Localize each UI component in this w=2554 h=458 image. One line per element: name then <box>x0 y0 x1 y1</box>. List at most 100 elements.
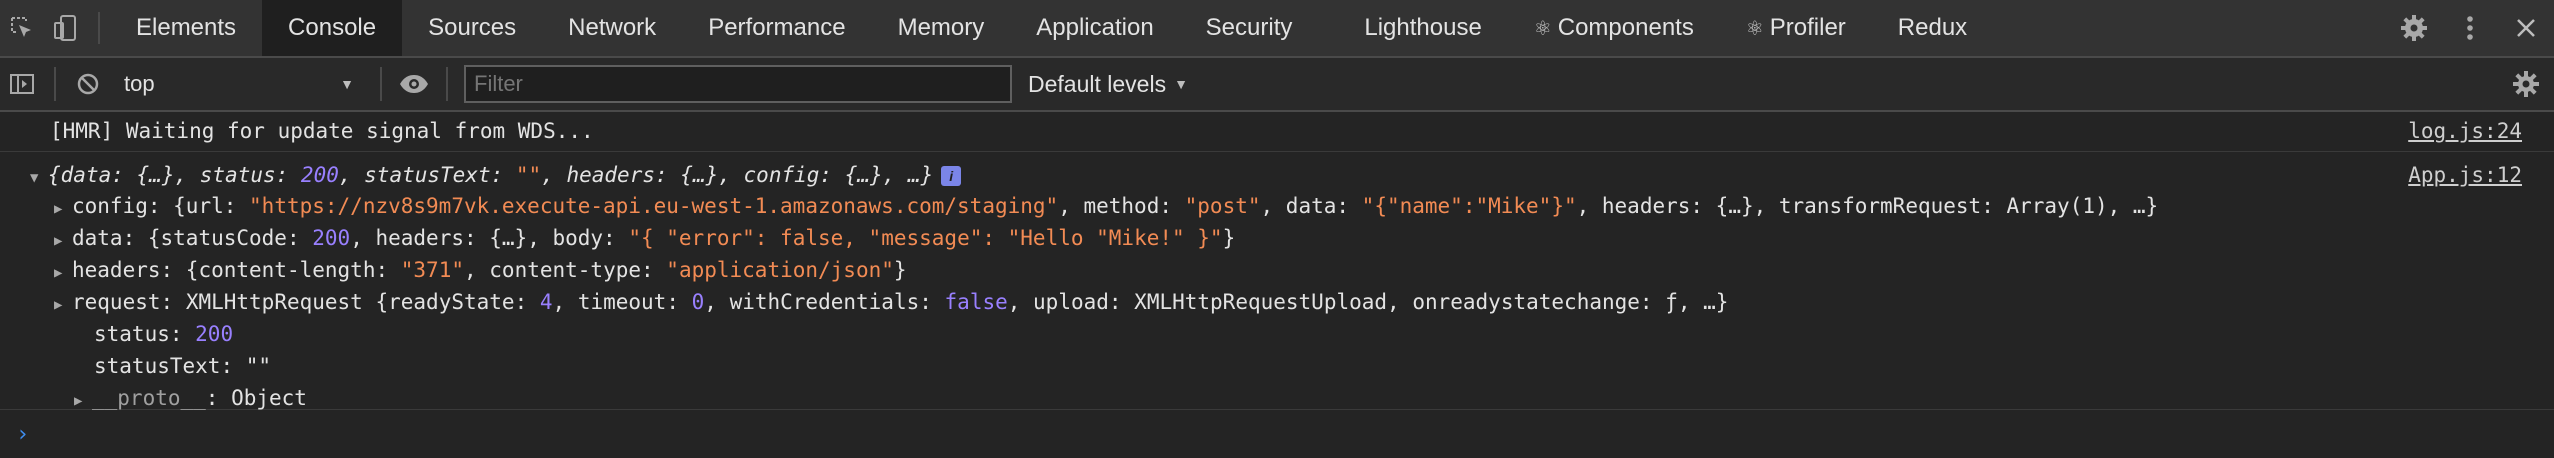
console-message: [HMR] Waiting for update signal from WDS… <box>0 110 2554 152</box>
object-property-statustext: statusText: "" <box>94 354 272 378</box>
divider <box>98 12 100 44</box>
collapsed-triangle-icon[interactable]: ▶ <box>54 194 72 224</box>
prop-key: headers <box>72 258 161 282</box>
tab-label: Memory <box>897 14 985 41</box>
prop-key: statusCode <box>160 226 287 250</box>
tab-label: Security <box>1205 14 1293 41</box>
tab-components[interactable]: ⚛ Components <box>1508 0 1720 56</box>
prop-value: "application/json" <box>666 258 894 282</box>
prop-value: "https://nzv8s9m7vk.execute-api.eu-west-… <box>249 194 1059 218</box>
tab-profiler[interactable]: ⚛ Profiler <box>1720 0 1872 56</box>
prop-key: request <box>72 290 161 314</box>
object-summary[interactable]: ▼ {data: {…}, status: 200, statusText: ""… <box>30 160 962 193</box>
prop-key: content-length <box>198 258 376 282</box>
divider <box>446 67 448 101</box>
tab-label: Components <box>1557 14 1694 41</box>
prop-key: statusText <box>94 354 221 378</box>
log-levels-dropdown[interactable]: Default levels ▼ <box>1028 71 1188 98</box>
object-property-status: status: 200 <box>94 322 234 346</box>
object-property-request[interactable]: ▶ request: XMLHttpRequest {readyState: 4,… <box>54 287 1729 320</box>
tab-label: Lighthouse <box>1364 14 1482 41</box>
dropdown-caret-icon: ▼ <box>1174 76 1188 92</box>
prop-value: false <box>944 290 1008 314</box>
console-toolbar: top ▼ Default levels ▼ <box>0 58 2554 112</box>
prop-key: data <box>60 163 112 187</box>
tab-label: Elements <box>136 14 237 41</box>
prop-value: 200 <box>312 226 351 250</box>
collapsed-triangle-icon[interactable]: ▶ <box>74 386 92 416</box>
prop-value: 0 <box>691 290 705 314</box>
prop-key: config <box>743 163 820 187</box>
close-icon[interactable] <box>2498 17 2554 39</box>
source-link[interactable]: App.js:12 <box>2408 160 2522 190</box>
prop-value: "{ "error": false, "message": "Hello "Mi… <box>628 226 1223 250</box>
prop-key: url <box>185 194 224 218</box>
live-expression-eye-icon[interactable] <box>392 58 436 110</box>
collapsed-triangle-icon[interactable]: ▶ <box>54 258 72 288</box>
tab-network[interactable]: Network <box>542 0 682 56</box>
tab-label: Redux <box>1897 14 1968 41</box>
tab-label: Network <box>568 14 657 41</box>
collapsed-triangle-icon[interactable]: ▶ <box>54 290 72 320</box>
console-object-message: App.js:12 ▼ {data: {…}, status: 200, stat… <box>0 152 2554 410</box>
prop-rest: , upload: XMLHttpRequestUpload, onreadys… <box>1007 290 1729 314</box>
divider <box>380 67 382 101</box>
clear-console-icon[interactable] <box>66 58 110 110</box>
prop-rest: , headers: {…}, transformRequest: Array(… <box>1576 194 2159 218</box>
inspect-element-icon[interactable] <box>0 0 44 56</box>
tab-sources[interactable]: Sources <box>402 0 542 56</box>
more-options-icon[interactable] <box>2442 15 2498 41</box>
log-levels-label: Default levels <box>1028 70 1167 97</box>
show-sidebar-icon[interactable] <box>0 58 44 110</box>
prop-value: "post" <box>1184 194 1261 218</box>
filter-input[interactable] <box>464 65 1012 103</box>
prop-value: {…} <box>680 163 719 187</box>
tab-application[interactable]: Application <box>1010 0 1179 56</box>
prop-key: __proto__ <box>92 386 206 410</box>
prop-value: 4 <box>539 290 553 314</box>
source-link[interactable]: log.js:24 <box>2408 116 2522 146</box>
console-settings-gear-icon[interactable] <box>2498 70 2554 98</box>
context-selector-value: top <box>124 71 155 96</box>
tab-redux[interactable]: Redux <box>1872 0 1993 56</box>
prop-value: "" <box>515 163 542 187</box>
prop-rest: , headers: {…}, body: <box>350 226 629 250</box>
device-toolbar-icon[interactable] <box>44 0 88 56</box>
prop-key: method <box>1083 194 1160 218</box>
tab-memory[interactable]: Memory <box>872 0 1011 56</box>
console-prompt-caret-icon[interactable]: › <box>16 422 29 447</box>
devtools-tab-bar: Elements Console Sources Network Performance… <box>0 0 2554 58</box>
object-property-headers[interactable]: ▶ headers: {content-length: "371", conten… <box>54 255 907 288</box>
tab-label: Performance <box>708 14 846 41</box>
prop-key: status <box>94 322 170 346</box>
object-property-data[interactable]: ▶ data: {statusCode: 200, headers: {…}, b… <box>54 223 1236 256</box>
tab-console[interactable]: Console <box>262 0 403 56</box>
panel-tabs: Elements Console Sources Network Performance… <box>110 0 1993 56</box>
prop-value: "" <box>245 354 272 378</box>
expanded-triangle-icon[interactable]: ▼ <box>30 163 48 193</box>
console-message-text: [HMR] Waiting for update signal from WDS… <box>50 119 594 143</box>
prop-value: "371" <box>400 258 464 282</box>
collapsed-triangle-icon[interactable]: ▶ <box>54 226 72 256</box>
prop-value: 200 <box>195 322 234 346</box>
prop-value: Object <box>231 386 307 410</box>
settings-gear-icon[interactable] <box>2386 14 2442 42</box>
tab-label: Console <box>288 14 377 41</box>
prop-key: withCredentials <box>729 290 920 314</box>
tab-security[interactable]: Security <box>1180 0 1319 56</box>
object-property-proto[interactable]: ▶ __proto__: Object <box>74 383 307 416</box>
prop-value: {…} <box>844 163 883 187</box>
context-selector[interactable]: top ▼ <box>110 58 370 110</box>
prop-key: headers <box>566 163 655 187</box>
react-icon: ⚛ <box>1533 17 1552 40</box>
brace: } <box>1222 226 1236 250</box>
tab-performance[interactable]: Performance <box>682 0 871 56</box>
console-output: [HMR] Waiting for update signal from WDS… <box>0 110 2554 458</box>
object-property-config[interactable]: ▶ config: {url: "https://nzv8s9m7vk.execu… <box>54 191 2159 224</box>
info-icon[interactable]: i <box>941 166 962 186</box>
tab-label: Application <box>1036 14 1154 41</box>
tab-lighthouse[interactable]: Lighthouse <box>1338 0 1507 56</box>
tab-elements[interactable]: Elements <box>110 0 262 56</box>
tab-label: Profiler <box>1769 14 1846 41</box>
prop-value: "{"name":"Mike"}" <box>1361 194 1577 218</box>
